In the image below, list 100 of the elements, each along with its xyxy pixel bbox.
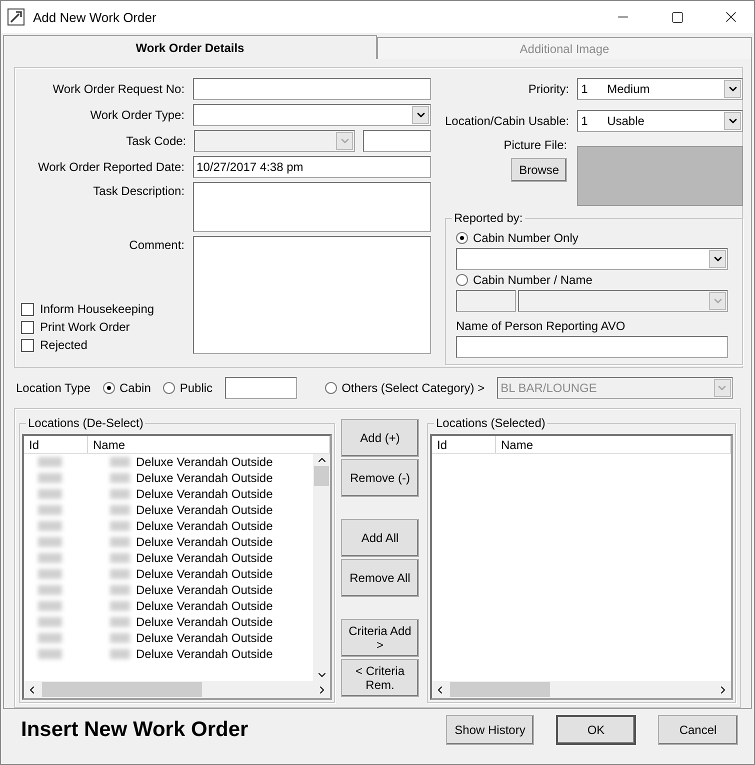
text-field[interactable]: 10/27/2017 4:38 pm [192, 156, 431, 178]
text-field[interactable] [363, 130, 431, 152]
blurred-text [38, 553, 62, 563]
text-field[interactable] [456, 290, 516, 312]
dialog-button[interactable]: Show History [446, 715, 534, 745]
field-label: Location/Cabin Usable: [445, 114, 570, 128]
blurred-text [38, 585, 62, 595]
blurred-text [38, 489, 62, 499]
field-label: Priority: [528, 82, 570, 96]
list-cell: Deluxe Verandah Outside [136, 535, 273, 549]
checkbox[interactable] [21, 338, 34, 352]
group-title: Locations (De-Select) [26, 416, 146, 430]
blurred-text [38, 521, 62, 531]
window-title: Add New Work Order [33, 10, 158, 24]
column-header[interactable]: Name [496, 436, 731, 453]
radio-label: Cabin [120, 381, 151, 395]
blurred-text [110, 537, 130, 547]
dropdown[interactable]: 1 Usable [577, 110, 744, 132]
app-icon [7, 8, 25, 26]
dropdown[interactable] [192, 104, 431, 126]
column-header[interactable]: Id [432, 436, 496, 453]
blurred-text [38, 633, 62, 643]
blurred-text [110, 473, 130, 483]
blurred-text [110, 569, 130, 579]
transfer-button[interactable]: < Criteria Rem. [341, 659, 419, 697]
dialog-button[interactable]: OK [556, 715, 636, 745]
transfer-button[interactable]: Add All [341, 519, 419, 557]
list-cell: Deluxe Verandah Outside [136, 551, 273, 565]
blurred-text [110, 649, 130, 659]
list-cell: Deluxe Verandah Outside [136, 471, 273, 485]
blurred-text [38, 505, 62, 515]
column-header[interactable]: Id [24, 436, 88, 453]
group-title: Locations (Selected) [434, 416, 548, 430]
field-label: Work Order Request No: [52, 82, 185, 96]
checkbox[interactable] [21, 302, 34, 316]
list-cell: Deluxe Verandah Outside [136, 615, 273, 629]
checkbox-label: Print Work Order [40, 320, 130, 334]
radio-button[interactable] [162, 382, 175, 394]
text-field[interactable] [192, 78, 431, 100]
radio-button[interactable] [456, 232, 468, 244]
status-text: Insert New Work Order [21, 718, 250, 742]
blurred-text [110, 521, 130, 531]
text-field[interactable] [224, 377, 297, 399]
blurred-text [38, 473, 62, 483]
text-area[interactable] [192, 236, 431, 354]
column-header[interactable]: Name [88, 436, 330, 453]
list-cell: Deluxe Verandah Outside [136, 567, 273, 581]
field-label: Task Description: [92, 183, 185, 198]
radio-button[interactable] [456, 274, 468, 286]
list-cell: Deluxe Verandah Outside [136, 583, 273, 597]
transfer-button[interactable]: Criteria Add > [341, 619, 419, 657]
checkbox[interactable] [21, 320, 34, 334]
scrollbar[interactable] [313, 454, 330, 681]
radio-button[interactable] [102, 382, 115, 394]
radio-label: Cabin Number Only [473, 231, 578, 245]
field-label: Picture File: [504, 138, 568, 152]
list-cell: Deluxe Verandah Outside [136, 647, 273, 661]
blurred-text [38, 537, 62, 547]
browse-button[interactable]: Browse [511, 158, 568, 182]
list-cell: Deluxe Verandah Outside [136, 503, 273, 517]
radio-label: Public [180, 381, 213, 395]
blurred-text [110, 457, 130, 467]
blurred-text [110, 585, 130, 595]
blurred-text [110, 489, 130, 499]
scroll-thumb[interactable] [450, 682, 550, 697]
text-area[interactable] [192, 182, 431, 232]
checkbox-label: Inform Housekeeping [40, 302, 154, 316]
blurred-text [110, 505, 130, 515]
transfer-button[interactable]: Remove All [341, 559, 419, 597]
field-label: Name of Person Reporting AVO [456, 319, 626, 333]
field-label: Comment: [128, 237, 185, 252]
maximize-icon[interactable] [670, 10, 684, 24]
transfer-button[interactable]: Remove (-) [341, 459, 419, 497]
dropdown[interactable] [456, 248, 728, 270]
group-title: Reported by: [452, 211, 525, 225]
text-field[interactable] [456, 336, 728, 358]
blurred-text [110, 553, 130, 563]
list-cell: Deluxe Verandah Outside [136, 455, 273, 469]
blurred-text [38, 617, 62, 627]
scrollbar[interactable] [24, 681, 330, 698]
field-label: Location Type [16, 381, 91, 395]
list-cell: Deluxe Verandah Outside [136, 487, 273, 501]
blurred-text [110, 617, 130, 627]
blurred-text [38, 569, 62, 579]
dropdown[interactable] [518, 290, 728, 312]
dialog-button[interactable]: Cancel [658, 715, 738, 745]
field-label: Work Order Type: [89, 108, 185, 122]
field-label: Task Code: [125, 134, 186, 148]
blurred-text [110, 633, 130, 643]
scroll-thumb[interactable] [42, 682, 202, 697]
scrollbar[interactable] [432, 681, 731, 698]
blurred-text [38, 457, 62, 467]
scroll-thumb[interactable] [314, 466, 329, 486]
dropdown[interactable]: 1 Medium [577, 78, 744, 100]
transfer-button[interactable]: Add (+) [341, 419, 419, 457]
radio-label: Cabin Number / Name [473, 273, 592, 287]
field-label: Work Order Reported Date: [37, 160, 185, 174]
blurred-text [38, 601, 62, 611]
radio-button[interactable] [324, 382, 337, 394]
tab[interactable]: Work Order Details [3, 35, 377, 59]
